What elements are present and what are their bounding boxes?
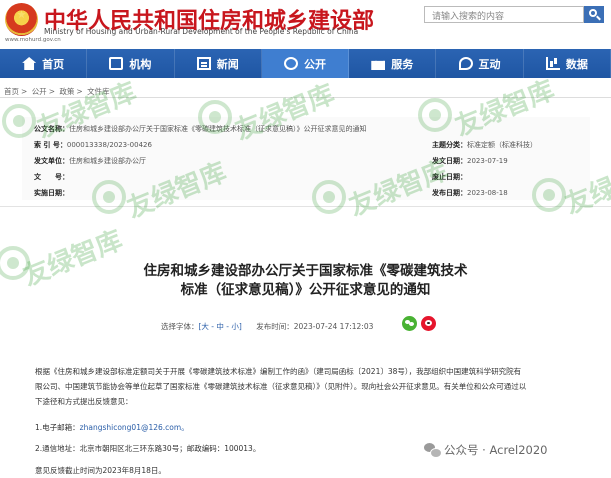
info-row-index: 索 引 号：000013338/2023-00426 <box>34 141 152 149</box>
nav-item-data[interactable]: 数据 <box>524 49 611 78</box>
nav-item-label: 互动 <box>478 57 501 71</box>
weibo-share-icon[interactable] <box>421 316 436 331</box>
info-row-date: 发文日期：2023-07-19 <box>432 157 508 165</box>
info-row-impl: 实施日期： <box>34 189 69 197</box>
deadline-text: 意见反馈截止时间为2023年8月18日。 <box>35 466 166 475</box>
search-input[interactable]: 请输入搜索的内容 <box>424 6 584 23</box>
org-icon <box>109 57 124 70</box>
breadcrumb: 首页 > 公开 > 政策 > 文件库 <box>4 87 110 96</box>
news-icon <box>196 57 211 70</box>
paragraph-line: 下途径和方式提出反馈意见： <box>35 397 133 406</box>
site-header: 中华人民共和国住房和城乡建设部 Ministry of Housing and … <box>0 0 611 46</box>
nav-item-org[interactable]: 机构 <box>87 49 175 78</box>
divider <box>0 206 611 207</box>
wechat-account-badge: 公众号 · Acrel2020 <box>424 437 606 463</box>
nav-item-interact[interactable]: 互动 <box>436 49 524 78</box>
breadcrumb-policy[interactable]: 政策 <box>59 87 74 96</box>
info-row-publish: 发布日期：2023-08-18 <box>432 189 508 197</box>
service-icon <box>371 60 386 70</box>
info-row-title: 公文名称：住房和城乡建设部办公厅关于国家标准《零碳建筑技术标准（征求意见稿）》公… <box>34 125 367 133</box>
nav-item-label: 首页 <box>42 57 65 71</box>
nav-item-label: 数据 <box>565 57 588 71</box>
info-row-category: 主题分类：标准定额（标准科技） <box>432 141 537 149</box>
paragraph-line: 限公司、中国建筑节能协会等单位起草了国家标准《零碳建筑技术标准（征求意见稿）》（… <box>35 382 527 391</box>
interact-icon <box>458 57 473 70</box>
divider <box>0 97 611 98</box>
search-button[interactable] <box>584 6 604 23</box>
search-placeholder: 请输入搜索的内容 <box>432 12 505 22</box>
home-icon <box>22 57 37 70</box>
info-row-effect: 废止日期： <box>432 173 467 181</box>
info-row-docno: 文 号： <box>34 173 69 181</box>
wechat-account-label: 公众号 · Acrel2020 <box>444 443 548 457</box>
national-emblem-icon <box>5 3 38 36</box>
site-domain: www.mohurd.gov.cn <box>5 37 61 43</box>
nav-item-news[interactable]: 新闻 <box>175 49 262 78</box>
contact-address: 2.通信地址：北京市朝阳区北三环东路30号；邮政编码：100013。 <box>35 444 261 453</box>
nav-item-service[interactable]: 服务 <box>349 49 437 78</box>
publish-datetime: 发布时间：2023-07-24 17:12:03 <box>256 322 374 331</box>
open-icon <box>283 57 298 70</box>
breadcrumb-library[interactable]: 文件库 <box>87 87 110 96</box>
font-size-selector[interactable]: [大 - 中 - 小] <box>199 322 242 331</box>
breadcrumb-open[interactable]: 公开 <box>32 87 47 96</box>
article-title: 住房和城乡建设部办公厅关于国家标准《零碳建筑技术 标准（征求意见稿）》公开征求意… <box>143 263 468 298</box>
wechat-icon <box>424 443 442 458</box>
breadcrumb-home[interactable]: 首页 <box>4 87 19 96</box>
nav-item-label: 机构 <box>129 57 152 71</box>
contact-email: 1.电子邮箱：zhangshicong01@126.com。 <box>35 423 189 432</box>
nav-item-label: 公开 <box>303 57 326 71</box>
article-meta: 选择字体：[大 - 中 - 小] 发布时间：2023-07-24 17:12:0… <box>161 322 374 331</box>
nav-item-home[interactable]: 首页 <box>0 49 88 78</box>
nav-item-label: 服务 <box>391 57 414 71</box>
paragraph-line: 根据《住房和城乡建设部标准定额司关于开展《零碳建筑技术标准》编制工作的函》（建司… <box>35 367 522 376</box>
site-subtitle: Ministry of Housing and Urban-Rural Deve… <box>44 27 359 36</box>
nav-item-label: 新闻 <box>216 57 239 71</box>
main-nav: 首页 机构 新闻 公开 服务 互动 数据 <box>0 49 611 78</box>
nav-item-open[interactable]: 公开 <box>261 49 350 78</box>
wechat-share-icon[interactable] <box>402 316 417 331</box>
data-icon <box>545 57 560 70</box>
email-link[interactable]: zhangshicong01@126.com。 <box>80 423 189 432</box>
info-row-issuer: 发文单位：住房和城乡建设部办公厅 <box>34 157 146 165</box>
